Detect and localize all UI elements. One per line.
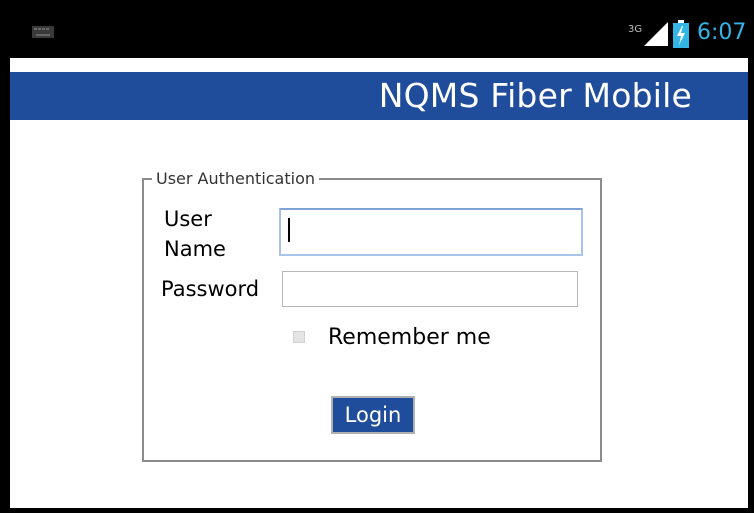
network-type-label: 3G xyxy=(628,24,642,35)
username-input[interactable] xyxy=(279,208,583,256)
username-label: User Name xyxy=(164,207,226,261)
battery-charging-icon xyxy=(673,20,689,48)
app-title: NQMS Fiber Mobile xyxy=(378,76,692,115)
signal-icon: 3G xyxy=(628,22,668,46)
login-button[interactable]: Login xyxy=(331,396,415,434)
password-input[interactable] xyxy=(282,271,578,307)
frame-right xyxy=(748,0,754,513)
keyboard-icon xyxy=(32,26,54,38)
auth-legend: User Authentication xyxy=(152,169,320,188)
frame-bottom xyxy=(0,508,754,513)
remember-me-label[interactable]: Remember me xyxy=(328,325,491,350)
remember-me-checkbox[interactable] xyxy=(293,331,305,343)
status-bar: 3G 6:07 xyxy=(0,0,754,58)
text-caret xyxy=(288,218,290,242)
frame-left xyxy=(0,0,10,513)
clock: 6:07 xyxy=(697,20,747,45)
title-bar: NQMS Fiber Mobile xyxy=(10,72,748,120)
password-label: Password xyxy=(161,277,260,301)
